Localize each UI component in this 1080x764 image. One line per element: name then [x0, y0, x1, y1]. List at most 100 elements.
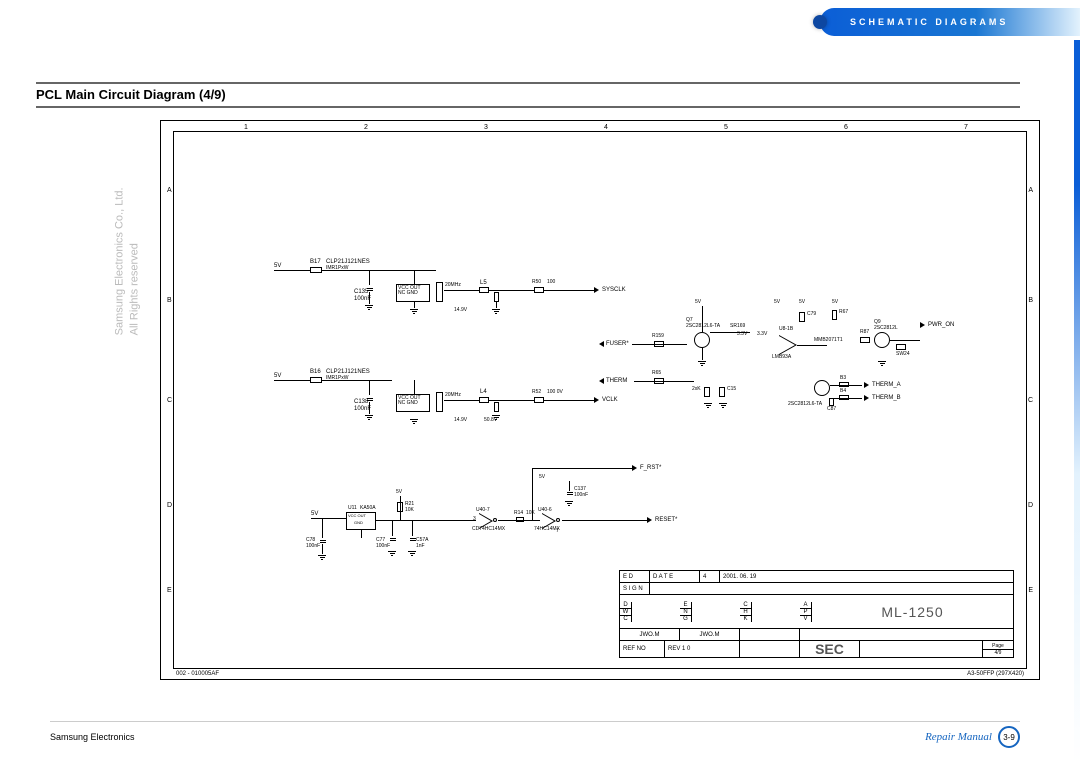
label-5v-r21: 5V: [396, 490, 402, 495]
pin-3: 3: [473, 517, 476, 522]
signal-therm: THERM: [606, 378, 627, 384]
gnd-icon: [492, 414, 500, 421]
wire: [489, 400, 534, 401]
tb-empty3: [740, 641, 800, 657]
wire: [274, 380, 310, 381]
inductor-l5: [479, 287, 489, 293]
schematic-inner-border: 1 2 3 4 5 6 7 A B C D E A B C D E 5V B17…: [173, 131, 1027, 669]
val-r50: 100: [547, 280, 555, 285]
val-r52: 100 0V: [547, 390, 563, 395]
wire: [702, 348, 703, 360]
cap-c87: [829, 398, 834, 406]
ref-b17: B17: [310, 259, 321, 265]
u11-pins: VCC OUT: [348, 514, 366, 518]
schematic-frame: 1 2 3 4 5 6 7 A B C D E A B C D E 5V B17…: [160, 120, 1040, 680]
wire: [444, 290, 479, 291]
resistor-r87: [860, 337, 870, 343]
gnd-icon: [365, 304, 373, 311]
signal-sysclk: SYSCLK: [602, 287, 626, 293]
footer-manual-label: Repair Manual: [925, 731, 992, 743]
grid-row-e-r: E: [1028, 587, 1033, 594]
tb-role-p: P: [800, 609, 811, 616]
val-c77: 100nF: [376, 544, 390, 549]
wire: [797, 345, 827, 346]
signal-frst: F_RST*: [640, 465, 661, 471]
label-33v-2: 3.3V: [757, 332, 767, 337]
ref-c79: C79: [807, 312, 816, 317]
ref-u8: U8-1B: [779, 327, 793, 332]
gnd-icon: [492, 308, 500, 315]
wire: [414, 380, 415, 394]
ref-sw24: SW24: [896, 352, 910, 357]
wire: [532, 468, 632, 469]
header-section-label: SCHEMATIC DIAGRAMS: [850, 17, 1008, 27]
label-5v-q9: 5V: [832, 300, 838, 305]
wire: [702, 306, 703, 332]
part-u11: KA50A: [360, 506, 376, 511]
tb-role-g: G: [680, 616, 691, 622]
label-33v-1: 3.3V: [737, 332, 747, 337]
cap-filter-2: [494, 402, 499, 412]
wire: [322, 270, 392, 271]
arrow-out-icon: [864, 395, 869, 401]
part-q7: 2SC2812L6-TA: [686, 324, 720, 329]
header-section-tab: SCHEMATIC DIAGRAMS: [820, 8, 1080, 36]
val-c57a: 1nF: [416, 544, 425, 549]
tb-sign: S I G N: [620, 583, 650, 594]
wire: [361, 530, 362, 538]
arrow-out-icon: [594, 397, 599, 403]
gnd-icon: [698, 360, 706, 367]
gnd-icon: [318, 554, 326, 561]
resistor-r14: [516, 517, 524, 522]
right-gradient-border: [1074, 40, 1080, 764]
tb-jwom2: JWO.M: [680, 629, 740, 640]
tb-empty4: [860, 641, 983, 657]
wire: [376, 520, 476, 521]
signal-vclk: VCLK: [602, 397, 618, 403]
part-q9: 2SC2812L: [874, 326, 898, 331]
inv-bubble-2: [556, 518, 560, 522]
osc-freq-2: 20MHz: [445, 393, 461, 398]
tb-role-e: E: [680, 602, 691, 609]
signal-therma: THERM_A: [872, 382, 901, 388]
label-5v-1: 5V: [274, 263, 281, 269]
wire: [322, 518, 323, 538]
tb-page-val: 4/9: [983, 650, 1013, 656]
gnd-icon: [365, 414, 373, 421]
opamp-u8: [779, 336, 795, 354]
title-bar: PCL Main Circuit Diagram (4/9): [36, 82, 1020, 108]
tb-role-v: V: [800, 616, 811, 622]
tb-role-d: D: [620, 602, 631, 609]
gnd-icon: [410, 418, 418, 425]
label-5v-2: 5V: [274, 373, 281, 379]
wire: [392, 520, 393, 536]
tb-page-label: Page: [983, 643, 1013, 650]
ferrite-b4: [839, 395, 849, 400]
transistor-therm: [814, 380, 830, 396]
part-mmb: MMB2071T1: [814, 338, 843, 343]
wire: [890, 340, 920, 341]
footer-company: Samsung Electronics: [50, 732, 135, 742]
resistor-r52: [534, 397, 544, 403]
ref-r65: R65: [652, 371, 661, 376]
part-u8: LMB93A: [772, 355, 791, 360]
wire: [532, 468, 533, 520]
arrow-out-icon: [920, 322, 925, 328]
tb-date-label: D A T E: [650, 571, 700, 582]
cap-filter-1: [494, 292, 499, 302]
ref-r159: R159: [652, 334, 664, 339]
header-dot: [813, 15, 827, 29]
xtal-2: [436, 392, 443, 412]
u11-gnd: GND: [354, 521, 363, 525]
pin-7: 7: [556, 529, 559, 534]
therm-filter-c: [719, 387, 725, 397]
grid-col-1: 1: [244, 124, 248, 131]
gnd-icon: [704, 402, 712, 409]
osc-freq-1: 20MHz: [445, 283, 461, 288]
wire: [369, 402, 370, 414]
tb-role-n: N: [680, 609, 691, 616]
grid-col-5: 5: [724, 124, 728, 131]
tb-jwom1: JWO.M: [620, 629, 680, 640]
switch-sw24: [896, 344, 906, 350]
tb-role-c2: C: [740, 602, 751, 609]
